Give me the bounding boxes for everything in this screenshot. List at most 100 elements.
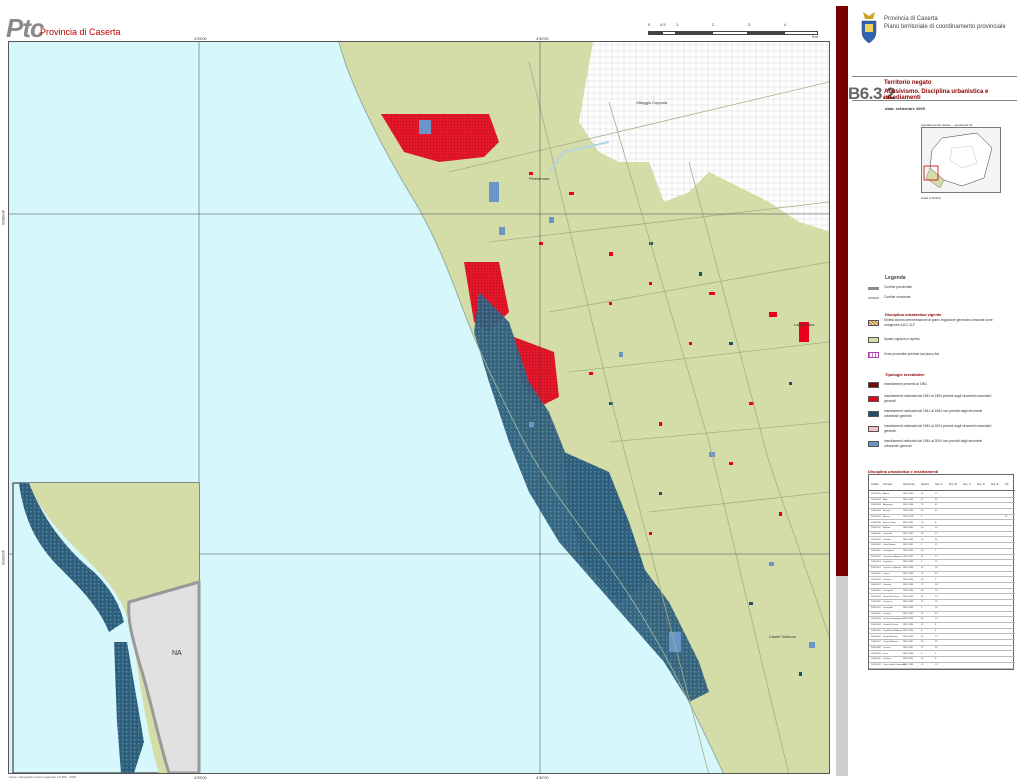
- table-cell: 15061031: [871, 664, 881, 666]
- table-cell: 21: [935, 561, 938, 564]
- table-cell: 35: [935, 538, 938, 541]
- table-cell: 4: [921, 652, 923, 655]
- scale-tick: 0,5: [660, 22, 666, 27]
- table-cell: 5: [921, 607, 923, 609]
- table-cell: Capodrise: [883, 561, 893, 564]
- table-cell: Castel Campagnano: [883, 618, 903, 621]
- table-cell: 12: [935, 635, 938, 638]
- location-minimap: [921, 127, 1001, 193]
- table-cell: 15061006: [871, 521, 881, 524]
- table-cell: PRG 1987: [903, 612, 914, 615]
- table-cell: 15061009: [871, 538, 881, 541]
- table-cell: 55: [921, 635, 924, 638]
- table-cell: 15061021: [871, 607, 881, 609]
- table-cell: 36: [921, 589, 924, 592]
- table-cell: 20: [921, 601, 924, 604]
- table-cell: 49: [935, 612, 938, 615]
- legend-label: Insediamenti realizzati dal 1961 al 1984…: [884, 409, 983, 418]
- graphic-scale: 0 0,5 1 2 3 4 Km: [648, 22, 820, 39]
- table-cell: 15061003: [871, 504, 881, 507]
- legend-swatch: [868, 320, 879, 326]
- table-cell: 15061011: [871, 550, 881, 552]
- table-cell: PRG 1983: [903, 538, 914, 541]
- table-cell: Carinola: [883, 584, 892, 587]
- table-cell: Casaluce: [883, 601, 893, 604]
- table-cell: 62: [935, 510, 938, 513]
- legend-panel: Provincia di Caserta Piano territoriale …: [848, 6, 1017, 776]
- table-cell: Capriati a Volturno: [883, 567, 901, 570]
- table-cell: 16: [935, 601, 938, 604]
- table-cell: 41: [921, 493, 924, 495]
- table-cell: 21: [921, 624, 924, 627]
- table-cell: PRG 1981: [903, 641, 914, 644]
- table-cell: 17: [935, 532, 938, 535]
- table-cell: PRG 1996: [903, 629, 914, 632]
- table-cell: 48: [921, 532, 924, 535]
- table-cell: Caserta: [883, 612, 891, 615]
- table-cell: 15061018: [871, 589, 881, 592]
- table-cell: 17: [935, 555, 938, 558]
- table-cell: PRG 1991: [903, 521, 914, 524]
- table-cell: Cesa: [883, 652, 889, 655]
- table-cell: 89: [921, 641, 924, 644]
- table-cell: 40: [935, 572, 938, 575]
- table-cell: 54: [921, 550, 924, 552]
- panel-header: Provincia di Caserta Piano territoriale …: [884, 15, 1006, 31]
- table-row: 15061031 Conca della Campania PRG 1983 13 19: [869, 663, 1015, 669]
- table-cell: 15061017: [871, 584, 881, 587]
- side-band-gray: [836, 576, 848, 776]
- table-cell: 65: [921, 618, 924, 621]
- table-cell: 24: [935, 527, 938, 530]
- table-cell: 15061001: [871, 493, 881, 495]
- table-header-cell: Comune: [883, 483, 893, 486]
- table-cell: 30: [1005, 515, 1008, 518]
- table-cell: Alife: [883, 498, 888, 501]
- table-cell: 58: [935, 641, 938, 644]
- panel-plan-name: Piano territoriale di coordinamento prov…: [884, 24, 1006, 30]
- table-cell: 16: [935, 589, 938, 592]
- table-cell: 8: [935, 658, 937, 661]
- table-cell: PRG 1981: [903, 544, 914, 547]
- table-cell: Castello del Matese: [883, 629, 903, 632]
- table-cell: Caianello: [883, 532, 893, 535]
- table-header-cell: Sup. D: [977, 483, 985, 486]
- table-cell: PRG 1987: [903, 555, 914, 558]
- table-cell: 15061005: [871, 515, 881, 518]
- table-cell: 15061016: [871, 578, 881, 581]
- table-header-cell: Sup. A: [935, 483, 943, 486]
- scale-tick: 1: [676, 22, 679, 27]
- table-header-cell: Sup. B: [949, 483, 957, 486]
- scale-tick: 2: [712, 22, 715, 27]
- table-cell: 9: [935, 624, 937, 627]
- table-cell: 15061014: [871, 567, 881, 570]
- legend-swatch: [868, 337, 879, 343]
- table-cell: PRG 1992: [903, 658, 914, 661]
- table-cell: PRG 1983: [903, 664, 914, 666]
- scale-tick: 0: [648, 22, 651, 27]
- sheet-title: Territorio negato: [884, 80, 932, 86]
- table-cell: PRG 1987: [903, 532, 914, 535]
- table-cell: 41: [935, 504, 938, 507]
- legend-label: Insediamenti presenti al 1961: [884, 382, 928, 386]
- table-cell: Capua: [883, 572, 890, 575]
- table-cell: Cancello ed Arnone: [883, 555, 903, 558]
- table-cell: Carinaro: [883, 578, 892, 581]
- table-cell: 46: [921, 555, 924, 558]
- table-cell: 8: [935, 629, 937, 632]
- table-cell: Conca della Campania: [883, 664, 906, 666]
- table-cell: 15061024: [871, 624, 881, 627]
- scale-unit: Km: [812, 34, 818, 39]
- table-cell: 28: [935, 584, 938, 587]
- table-cell: 57: [921, 646, 924, 649]
- legend-label: Insediamenti realizzati dal 1984 al 2004…: [884, 439, 983, 448]
- table-cell: PRG 1994: [903, 652, 914, 655]
- coordinate-label: 4'30'00: [536, 36, 549, 41]
- place-label: Lago Patria: [794, 322, 815, 327]
- table-cell: 43: [921, 567, 924, 570]
- table-cell: 15061025: [871, 629, 881, 632]
- table-cell: PRG 1986: [903, 504, 914, 507]
- legend-swatch: [868, 441, 879, 447]
- map-canvas[interactable]: Villaggio Coppola Pinetamare Lago Patria…: [8, 41, 830, 774]
- table-cell: PRG 1981: [903, 646, 914, 649]
- table-cell: Castel Volturno: [883, 641, 898, 644]
